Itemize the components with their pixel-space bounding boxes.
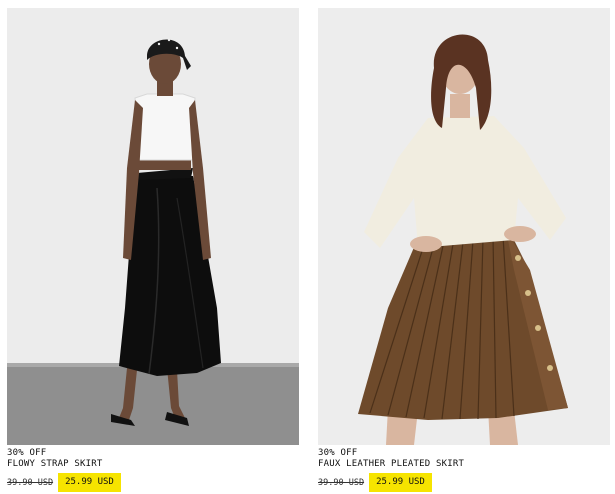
- product-info: 30% OFF FAUX LEATHER PLEATED SKIRT 39.90…: [318, 445, 610, 492]
- model-brown-pleated-skirt-image: [318, 8, 610, 445]
- discount-label: 30% OFF: [318, 448, 358, 458]
- original-price: 39.90 USD: [7, 477, 54, 488]
- sale-price-badge: 25.99 USD: [58, 473, 121, 492]
- product-name[interactable]: FLOWY STRAP SKIRT: [7, 459, 299, 470]
- discount-label: 30% OFF: [7, 448, 47, 458]
- price-row: 39.90 USD 25.99 USD: [318, 473, 610, 492]
- original-price: 39.90 USD: [318, 477, 365, 488]
- product-card[interactable]: 30% OFF FLOWY STRAP SKIRT 39.90 USD 25.9…: [7, 8, 299, 492]
- product-info: 30% OFF FLOWY STRAP SKIRT 39.90 USD 25.9…: [7, 445, 299, 492]
- price-row: 39.90 USD 25.99 USD: [7, 473, 299, 492]
- model-black-skirt-image: [7, 8, 299, 445]
- product-image[interactable]: [318, 8, 610, 445]
- product-image[interactable]: [7, 8, 299, 445]
- product-name[interactable]: FAUX LEATHER PLEATED SKIRT: [318, 459, 610, 470]
- product-card[interactable]: 30% OFF FAUX LEATHER PLEATED SKIRT 39.90…: [318, 8, 610, 492]
- product-grid: 30% OFF FLOWY STRAP SKIRT 39.90 USD 25.9…: [0, 0, 615, 494]
- sale-price-badge: 25.99 USD: [369, 473, 432, 492]
